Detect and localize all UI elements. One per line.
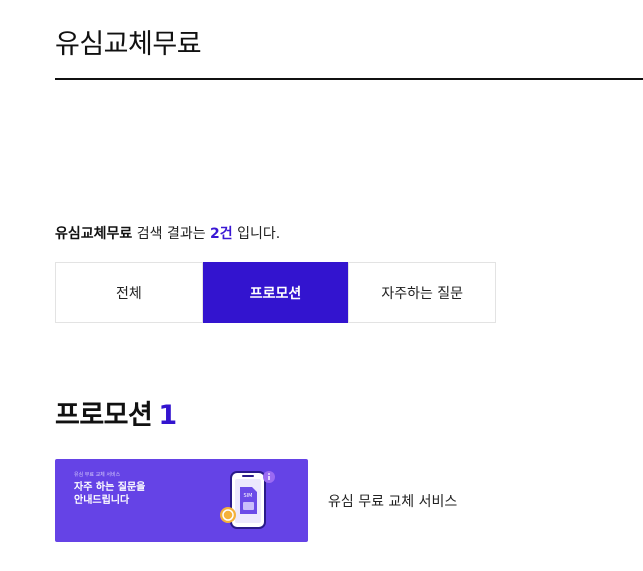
search-result-count: 2건 <box>210 226 233 242</box>
svg-text:SIM: SIM <box>244 493 253 499</box>
search-keyword: 유심교체무료 <box>55 226 133 242</box>
phone-sim-icon: SIM <box>220 471 275 529</box>
tab-promotion[interactable]: 프로모션 <box>201 262 349 323</box>
title-divider <box>55 78 643 80</box>
result-tabs: 전체 프로모션 자주하는 질문 <box>55 262 496 323</box>
page: 유심교체무료 유심교체무료 검색 결과는 2건 입니다. 전체 프로모션 자주하… <box>0 0 643 571</box>
promotion-item[interactable]: 유심 무료 교체 서비스 자주 하는 질문을 안내드립니다 SIM 유심 무료 … <box>55 459 475 542</box>
search-result-text-after: 입니다. <box>232 226 281 242</box>
page-title: 유심교체무료 <box>55 29 202 60</box>
banner-headline-line2: 안내드립니다 <box>74 495 130 506</box>
search-result-summary: 유심교체무료 검색 결과는 2건 입니다. <box>55 223 280 243</box>
promotion-name[interactable]: 유심 무료 교체 서비스 <box>328 491 457 511</box>
banner-small-text: 유심 무료 교체 서비스 <box>74 472 121 478</box>
section-count: 1 <box>158 400 177 431</box>
promotion-banner[interactable]: 유심 무료 교체 서비스 자주 하는 질문을 안내드립니다 SIM <box>55 459 308 542</box>
tab-faq[interactable]: 자주하는 질문 <box>348 263 496 322</box>
search-result-text-before: 검색 결과는 <box>132 226 211 242</box>
section-heading: 프로모션 1 <box>55 393 177 432</box>
section-title: 프로모션 <box>55 400 153 431</box>
banner-headline-line1: 자주 하는 질문을 <box>74 482 146 493</box>
banner-headline: 자주 하는 질문을 안내드립니다 <box>74 481 145 507</box>
tab-all[interactable]: 전체 <box>56 263 202 322</box>
